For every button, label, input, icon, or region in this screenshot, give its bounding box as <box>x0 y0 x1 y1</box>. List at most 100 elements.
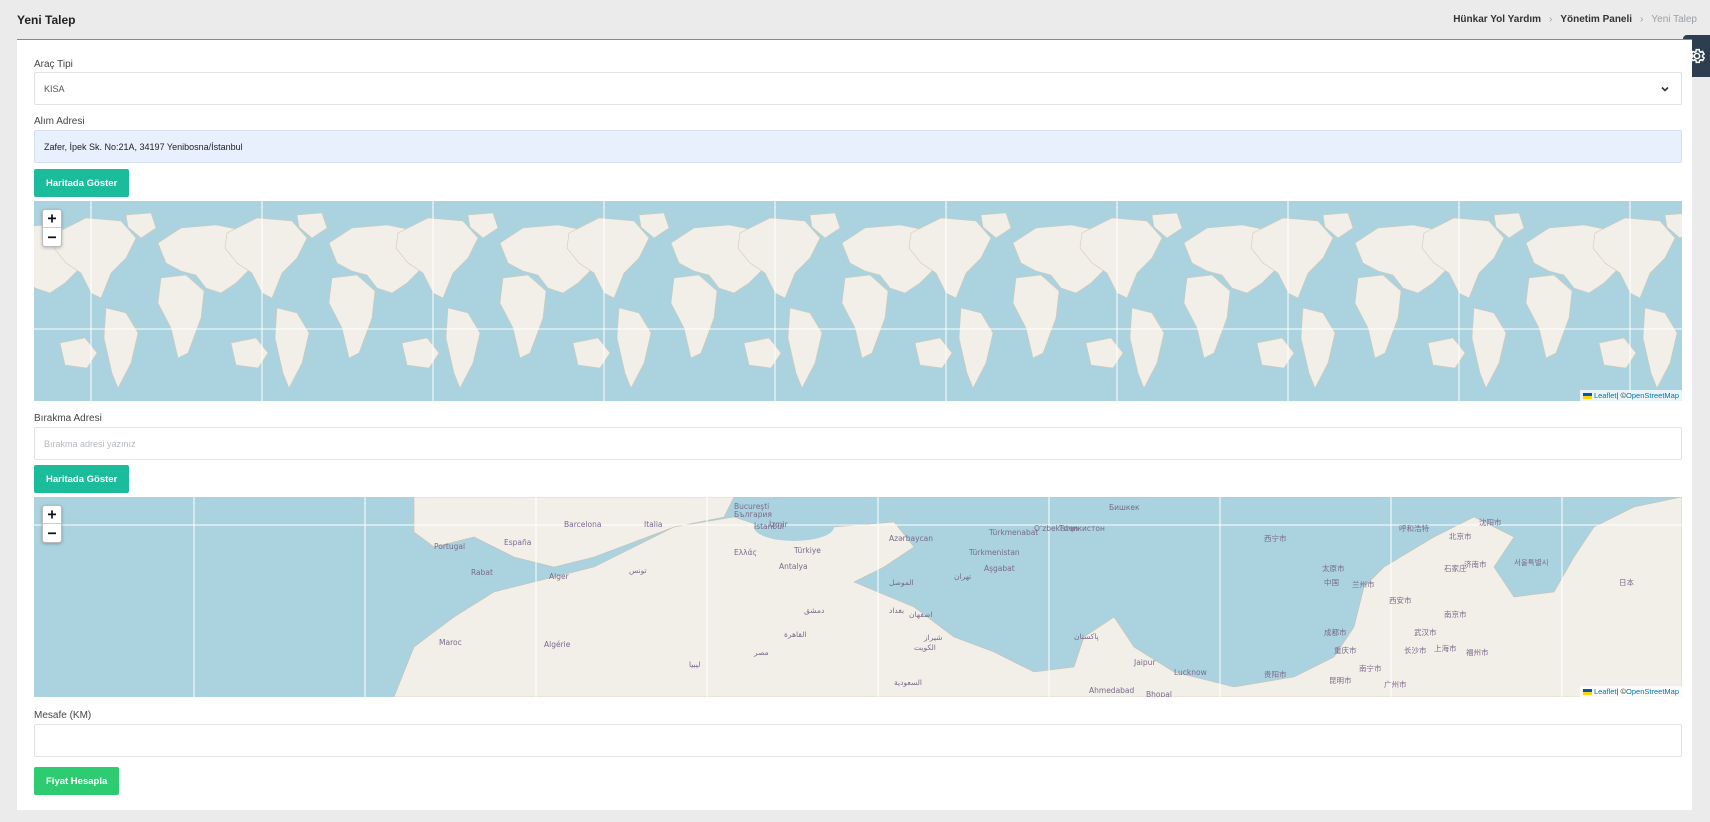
pickup-show-on-map-button[interactable]: Haritada Göster <box>34 169 130 197</box>
map-place-label: 兰州市 <box>1352 579 1375 589</box>
distance-input[interactable] <box>34 724 1682 757</box>
map-place-label: 昆明市 <box>1329 675 1352 685</box>
map-place-label: پاکستان <box>1074 632 1099 641</box>
landmass <box>908 217 992 299</box>
map-place-label: 重庆市 <box>1334 645 1357 655</box>
breadcrumb-home[interactable]: Hünkar Yol Yardım <box>1453 14 1541 25</box>
map-place-label: Jaipur <box>1133 658 1156 667</box>
breadcrumb-separator: › <box>1640 14 1644 25</box>
map-place-label: 南京市 <box>1444 609 1467 619</box>
map-place-label: Bhopal <box>1146 690 1172 697</box>
landmass <box>1183 274 1231 359</box>
map-place-label: تونس <box>629 566 647 575</box>
landmass <box>1354 274 1402 359</box>
map-place-label: اصفهان <box>909 610 933 619</box>
zoom-out-button[interactable]: − <box>43 228 61 246</box>
map-place-label: Lucknow <box>1174 668 1207 677</box>
map-place-label: 沈阳市 <box>1479 517 1502 527</box>
map-place-label: Antalya <box>779 562 808 571</box>
zoom-out-button[interactable]: − <box>43 524 61 542</box>
landmass <box>1129 307 1165 389</box>
map-place-label: الموصل <box>889 578 914 587</box>
map-place-label: القاهرة <box>784 630 806 639</box>
map-place-label: Alger <box>549 572 570 581</box>
zoom-control: + − <box>42 209 62 247</box>
landmass <box>1250 217 1334 299</box>
landmass <box>1525 274 1573 359</box>
request-form-card: Araç Tipi KISA Alım Adresi Zafer, İpek S… <box>17 39 1692 810</box>
vehicle-type-select[interactable]: KISA <box>34 72 1682 105</box>
ukraine-flag-icon <box>1582 688 1592 695</box>
regional-map-tiles: BucureştiБългарияBarcelona Italia İstanbul… <box>34 497 1682 697</box>
map-place-label: Italia <box>644 520 663 529</box>
map-place-label: الكويت <box>914 643 936 652</box>
map-place-label: İzmir <box>769 520 789 529</box>
leaflet-link[interactable]: Leaflet <box>1594 687 1617 696</box>
map-place-label: Türkmenabat <box>988 528 1038 537</box>
landmass <box>445 307 481 389</box>
map-place-label: 서울특별시 <box>1514 557 1549 567</box>
dropoff-address-input[interactable]: Bırakma adresi yazınız <box>34 427 1682 460</box>
landmass <box>787 307 823 389</box>
zoom-in-button[interactable]: + <box>43 210 61 228</box>
dropoff-show-on-map-button[interactable]: Haritada Göster <box>34 465 130 493</box>
pickup-address-value: Zafer, İpek Sk. No:21A, 34197 Yenibosna/… <box>44 141 243 152</box>
landmass <box>1642 307 1678 389</box>
leaflet-link[interactable]: Leaflet <box>1594 391 1617 400</box>
calculate-price-button[interactable]: Fiyat Hesapla <box>34 767 120 795</box>
map-place-label: Ahmedabad <box>1089 686 1135 695</box>
map-place-label: 太原市 <box>1322 563 1345 573</box>
world-map-tiles <box>34 201 1682 401</box>
map-place-label: 西宁市 <box>1264 533 1287 543</box>
map-place-label: 广州市 <box>1384 679 1407 689</box>
map-place-label: Barcelona <box>564 520 601 529</box>
map-place-label: دمشق <box>804 606 824 615</box>
map-place-label: Türkiye <box>793 546 821 555</box>
map-place-label: بغداد <box>889 606 904 615</box>
map-place-label: 日本 <box>1619 577 1635 587</box>
map-place-label: 上海市 <box>1434 643 1457 653</box>
landmass <box>566 217 650 299</box>
landmass <box>1079 217 1163 299</box>
breadcrumb: Hünkar Yol Yardım › Yönetim Paneli › Yen… <box>1453 14 1697 25</box>
map-place-label: Azərbaycan <box>889 534 933 543</box>
landmass <box>103 307 139 389</box>
map-place-label: 济南市 <box>1464 559 1487 569</box>
landmass <box>670 274 718 359</box>
landmass <box>157 274 205 359</box>
landmass <box>958 307 994 389</box>
map-place-label: Бишкек <box>1109 503 1140 512</box>
map-attribution: Leaflet | © OpenStreetMap <box>1579 686 1682 697</box>
map-place-label: España <box>504 538 531 547</box>
landmass <box>328 274 376 359</box>
landmass <box>1300 307 1336 389</box>
dropoff-map[interactable]: Bucureşti България Barcelona Italia İstanbul… <box>34 497 1682 697</box>
pickup-address-input[interactable]: Zafer, İpek Sk. No:21A, 34197 Yenibosna/… <box>34 130 1682 163</box>
landmass <box>274 307 310 389</box>
openstreetmap-link[interactable]: OpenStreetMap <box>1626 391 1679 400</box>
breadcrumb-separator: › <box>1549 14 1553 25</box>
landmass <box>53 217 137 299</box>
map-place-label: 贵阳市 <box>1264 669 1287 679</box>
map-place-label: 呼和浩特 <box>1399 523 1429 533</box>
dropoff-address-placeholder: Bırakma adresi yazınız <box>44 438 136 449</box>
zoom-in-button[interactable]: + <box>43 506 61 524</box>
landmass <box>224 217 308 299</box>
map-place-label: България <box>734 510 772 519</box>
page-header: Yeni Talep Hünkar Yol Yardım › Yönetim P… <box>0 0 1710 40</box>
landmass <box>1012 274 1060 359</box>
map-place-label: 成都市 <box>1324 627 1347 637</box>
landmass <box>1471 307 1507 389</box>
distance-label: Mesafe (KM) <box>34 710 92 721</box>
landmass <box>841 274 889 359</box>
map-place-label: 北京市 <box>1449 531 1472 541</box>
map-place-label: Rabat <box>471 568 493 577</box>
pickup-map[interactable]: + − Leaflet | © OpenStreetMap <box>34 201 1682 401</box>
openstreetmap-link[interactable]: OpenStreetMap <box>1626 687 1679 696</box>
dropoff-address-label: Bırakma Adresi <box>34 413 102 424</box>
attribution-separator: | © <box>1616 391 1627 400</box>
breadcrumb-admin-panel[interactable]: Yönetim Paneli <box>1560 14 1632 25</box>
map-place-label: Aşgabat <box>984 564 1015 573</box>
map-place-label: 南宁市 <box>1359 663 1382 673</box>
map-place-label: شیراز <box>923 633 942 642</box>
